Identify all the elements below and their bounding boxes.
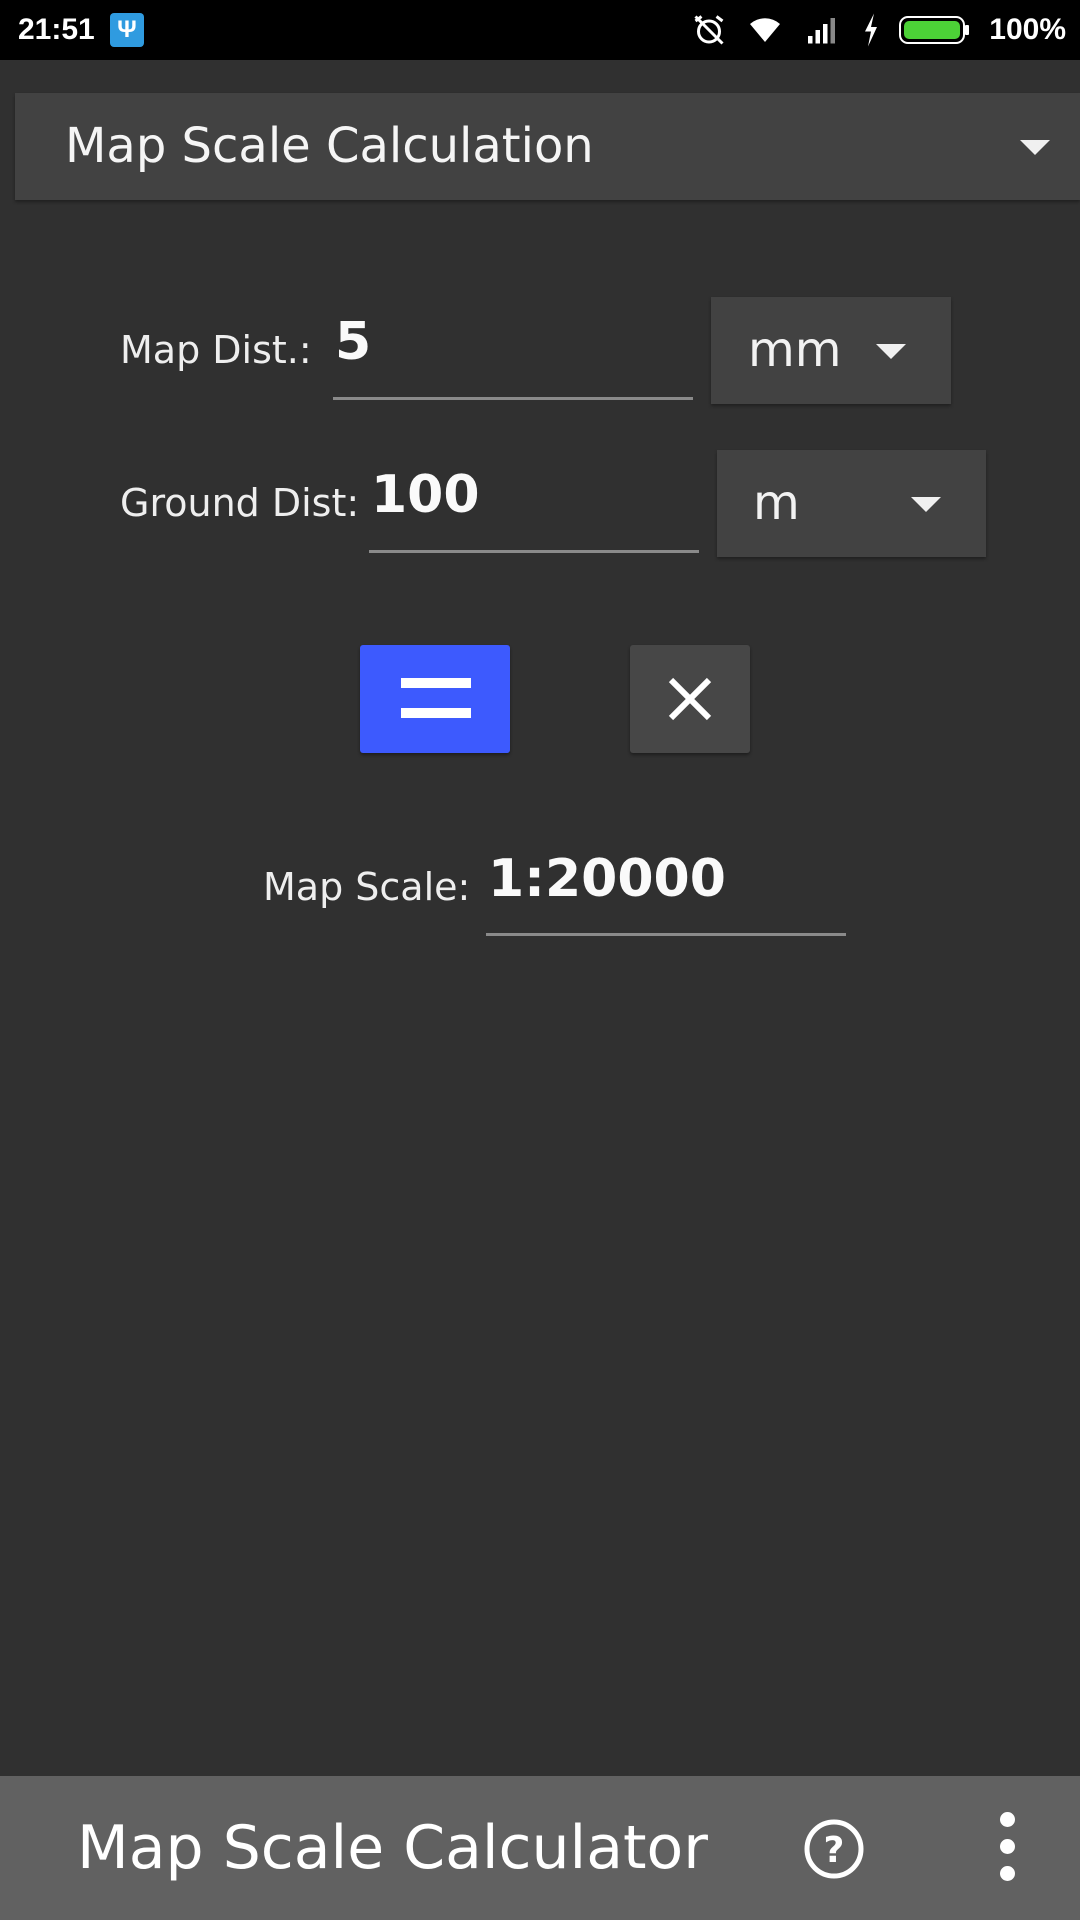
help-icon[interactable]: ? — [803, 1818, 865, 1880]
chevron-down-icon — [1020, 140, 1050, 155]
svg-text:?: ? — [824, 1830, 845, 1871]
status-icons: 100% — [691, 0, 1066, 60]
map-dist-value: 5 — [335, 312, 372, 372]
map-dist-unit: mm — [748, 322, 842, 378]
status-time: 21:51 — [18, 13, 95, 46]
ground-dist-unit-spinner[interactable]: m — [717, 450, 986, 557]
calc-type-selected: Map Scale Calculation — [65, 118, 594, 174]
battery-icon — [899, 16, 970, 44]
usb-icon: Ψ — [110, 13, 144, 47]
chevron-down-icon — [911, 497, 941, 512]
map-scale-output: 1:20000 — [486, 838, 846, 936]
calc-type-spinner[interactable]: Map Scale Calculation — [15, 93, 1080, 200]
ground-dist-value: 100 — [371, 465, 480, 525]
map-scale-value: 1:20000 — [488, 849, 726, 909]
battery-percent: 100% — [989, 13, 1066, 46]
ground-dist-label: Ground Dist: — [120, 481, 360, 525]
wifi-icon — [750, 18, 781, 42]
status-bar: 21:51 Ψ 100% — [0, 0, 1080, 60]
map-dist-label: Map Dist.: — [120, 328, 312, 372]
close-icon — [668, 677, 712, 721]
more-vert-icon[interactable] — [988, 1812, 1028, 1884]
calculate-button[interactable] — [360, 645, 510, 753]
alarm-off-icon — [694, 15, 724, 45]
ground-dist-input[interactable]: 100 — [369, 455, 699, 553]
clear-button[interactable] — [630, 645, 750, 753]
app-bar: Map Scale Calculator ? — [0, 1776, 1080, 1920]
signal-icon — [808, 18, 836, 44]
ground-dist-unit: m — [753, 475, 800, 531]
app-title: Map Scale Calculator — [77, 1813, 708, 1883]
map-dist-input[interactable]: 5 — [333, 300, 693, 400]
chevron-down-icon — [876, 344, 906, 359]
map-scale-label: Map Scale: — [263, 865, 471, 909]
charging-icon — [865, 13, 878, 47]
map-dist-unit-spinner[interactable]: mm — [711, 297, 951, 404]
